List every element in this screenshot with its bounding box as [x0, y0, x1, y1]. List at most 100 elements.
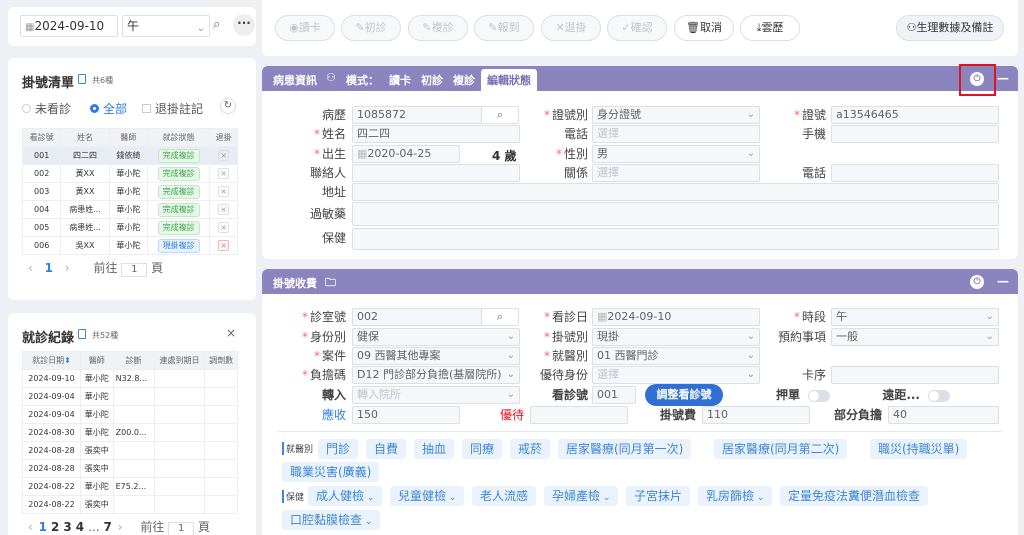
- relation-input[interactable]: 選擇: [592, 164, 760, 182]
- search-icon[interactable]: ⌕: [213, 17, 229, 33]
- power-icon[interactable]: ⏻: [970, 72, 984, 86]
- chip-row3-6[interactable]: 定量免疫法糞便潛血檢查: [780, 486, 929, 506]
- chip-row3-2[interactable]: 老人流感: [472, 486, 537, 506]
- address-input[interactable]: [352, 183, 999, 201]
- priority-select[interactable]: 選擇 ⌄: [592, 366, 760, 384]
- read-card-button[interactable]: ◉讀卡: [275, 15, 335, 41]
- chip-row1-3[interactable]: 同療: [462, 439, 503, 459]
- tab-read-card[interactable]: 讀卡: [389, 72, 411, 88]
- first-visit-button[interactable]: ✎初診: [341, 15, 401, 41]
- chip-row1-2[interactable]: 抽血: [414, 439, 455, 459]
- phone2-input[interactable]: [831, 164, 999, 182]
- table-row[interactable]: 2024-08-28 張奕中: [22, 459, 238, 478]
- withdraw-icon[interactable]: ×: [218, 168, 230, 179]
- reg-fee-input[interactable]: 110: [702, 406, 810, 424]
- cancel-button[interactable]: 🗑取消: [674, 15, 734, 41]
- table-row[interactable]: 2024-09-04 華小陀: [22, 387, 238, 406]
- table-row[interactable]: 005 病患姓... 華小陀 完成複診 ×: [21, 218, 238, 237]
- healthcare-input[interactable]: [352, 228, 999, 250]
- withdraw-icon[interactable]: ×: [218, 204, 230, 215]
- deposit-toggle[interactable]: [808, 390, 830, 402]
- amount-due-input[interactable]: 150: [352, 406, 460, 424]
- visit-date-input[interactable]: ▦2024-09-10: [592, 308, 760, 326]
- transfer-input[interactable]: 轉入院所 ⌄: [352, 386, 520, 404]
- chip-row1-6[interactable]: 居家醫療(同月第二次): [714, 439, 848, 459]
- table-row[interactable]: 002 黃XX 華小陀 完成複診 ×: [21, 164, 238, 183]
- visit-no-input[interactable]: 001: [592, 386, 636, 404]
- withdraw-icon[interactable]: ×: [218, 186, 230, 197]
- table-row[interactable]: 2024-08-28 張奕中: [22, 441, 238, 460]
- regtype-select[interactable]: 現掛 ⌄: [592, 328, 760, 346]
- phone-input[interactable]: 選擇: [592, 125, 760, 143]
- table-row[interactable]: 001 四二四 錢依綺 完成複診 ×: [21, 146, 238, 165]
- slot-select[interactable]: 午 ⌄: [831, 308, 999, 326]
- table-row[interactable]: 2024-09-04 華小陀: [22, 405, 238, 424]
- chip-row1-1[interactable]: 自費: [366, 439, 407, 459]
- filter-all[interactable]: 全部: [90, 100, 127, 117]
- page-number[interactable]: 3: [63, 520, 71, 534]
- next-page-icon[interactable]: ›: [65, 261, 70, 275]
- chip-row3-3[interactable]: 孕婦產檢 ⌄: [544, 486, 619, 506]
- page-number[interactable]: 1: [39, 520, 47, 534]
- next-page-icon[interactable]: ›: [118, 520, 123, 534]
- discount-input[interactable]: [530, 406, 628, 424]
- table-row[interactable]: 006 吳XX 華小陀 現掛複診 ×: [21, 236, 238, 255]
- room-search-button[interactable]: ⌕: [481, 308, 519, 326]
- chip-row1-0[interactable]: 門診: [318, 439, 359, 459]
- date-input[interactable]: ▦2024-09-10: [20, 15, 118, 37]
- goto-input[interactable]: 1: [121, 263, 148, 277]
- sex-select[interactable]: 男 ⌄: [592, 145, 760, 163]
- case-select[interactable]: 09 西醫其他專案 ⌄: [352, 347, 520, 365]
- tab-revisit[interactable]: 複診: [453, 72, 475, 88]
- remote-toggle[interactable]: [928, 390, 950, 402]
- chip-row2-0[interactable]: 職業災害(廣義): [282, 462, 380, 482]
- visit-type-select[interactable]: 01 西醫門診 ⌄: [592, 347, 760, 365]
- withdraw-button[interactable]: ✕退掛: [541, 15, 601, 41]
- page-number[interactable]: 4: [76, 520, 84, 534]
- adjust-visit-no-button[interactable]: 調整看診號: [645, 384, 723, 406]
- idno-input[interactable]: a13546465: [831, 106, 999, 124]
- prev-page-icon[interactable]: ‹: [28, 520, 33, 534]
- page-number[interactable]: 2: [51, 520, 59, 534]
- withdraw-icon[interactable]: ×: [218, 240, 230, 251]
- chip-row4-0[interactable]: 口腔黏膜檢查 ⌄: [282, 510, 381, 530]
- room-input[interactable]: 002: [352, 308, 482, 326]
- allergy-input[interactable]: [352, 202, 999, 226]
- filter-unseen[interactable]: 未看診: [22, 100, 71, 117]
- chip-row3-5[interactable]: 乳房篩檢 ⌄: [698, 486, 773, 506]
- table-row[interactable]: 003 黃XX 華小陀 完成複診 ×: [21, 182, 238, 201]
- goto-input[interactable]: 1: [168, 522, 195, 535]
- collapse-icon[interactable]: —: [997, 274, 1009, 288]
- withdraw-icon[interactable]: ×: [218, 150, 230, 161]
- contact-input[interactable]: [352, 164, 520, 182]
- tab-edit-state[interactable]: 編輯狀態: [481, 69, 537, 91]
- card-seq-input[interactable]: [831, 366, 999, 384]
- appointment-select[interactable]: 一般 ⌄: [831, 328, 999, 346]
- prev-page-icon[interactable]: ‹: [28, 261, 33, 275]
- record-search-button[interactable]: ⌕: [481, 106, 519, 124]
- tab-first-visit[interactable]: 初診: [421, 72, 443, 88]
- chip-row3-4[interactable]: 子宮抹片: [626, 486, 691, 506]
- birth-input[interactable]: ▦2020-04-25: [352, 145, 460, 163]
- identity-select[interactable]: 健保 ⌄: [352, 328, 520, 346]
- table-row[interactable]: 2024-09-10 華小陀 N32.8...: [22, 369, 238, 388]
- session-select[interactable]: 午 ⌄: [122, 15, 210, 37]
- chip-row3-1[interactable]: 兒童健檢 ⌄: [390, 486, 465, 506]
- refresh-icon[interactable]: ↻: [220, 98, 236, 114]
- sort-icon[interactable]: ⬍: [64, 356, 71, 365]
- name-input[interactable]: 四二四: [352, 125, 520, 143]
- cloud-history-button[interactable]: ⤓雲歷: [740, 15, 800, 41]
- table-row[interactable]: 2024-08-22 華小陀 E75.2...: [22, 477, 238, 496]
- confirm-button[interactable]: ✓確認: [607, 15, 667, 41]
- mobile-input[interactable]: [831, 125, 999, 143]
- checkin-button[interactable]: ✎報到: [474, 15, 534, 41]
- idtype-select[interactable]: 身分證號 ⌄: [592, 106, 760, 124]
- power-icon[interactable]: ⏻: [970, 275, 984, 289]
- partial-pay-input[interactable]: 40: [888, 406, 999, 424]
- filter-cancelled[interactable]: 退掛註記: [142, 100, 203, 117]
- chip-row1-4[interactable]: 戒菸: [510, 439, 551, 459]
- page-number[interactable]: 7: [104, 520, 112, 534]
- withdraw-icon[interactable]: ×: [218, 222, 230, 233]
- revisit-button[interactable]: ✎複診: [408, 15, 468, 41]
- close-icon[interactable]: ×: [226, 326, 236, 340]
